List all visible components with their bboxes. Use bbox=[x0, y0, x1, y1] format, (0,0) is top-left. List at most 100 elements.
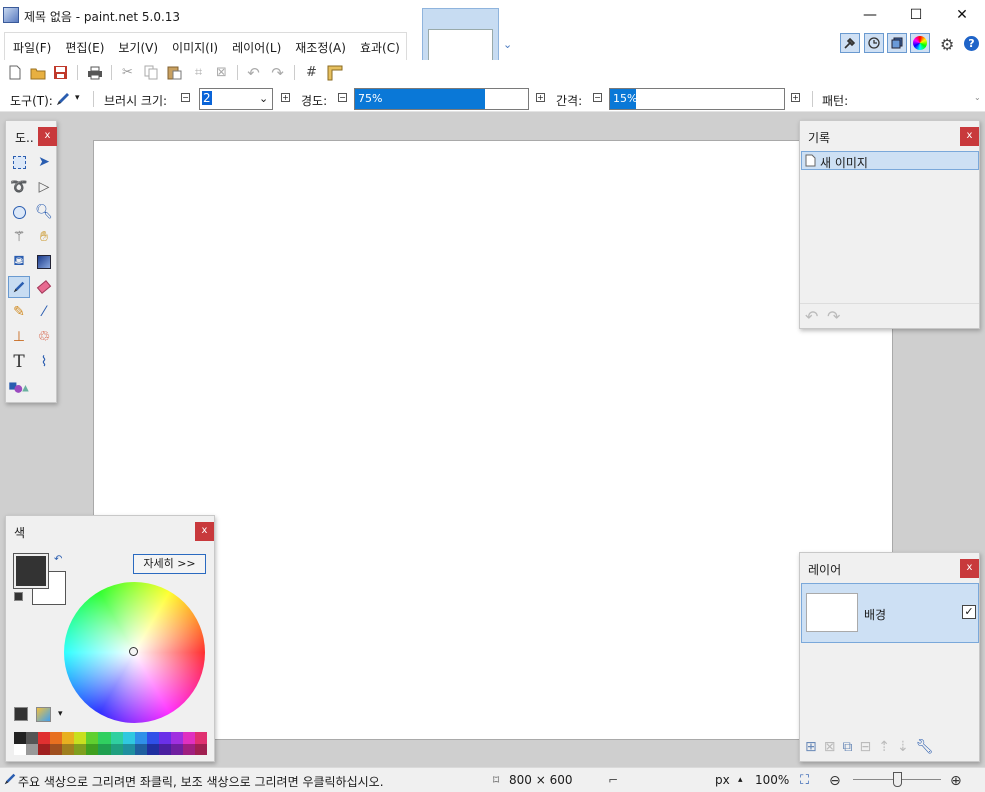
redo-icon[interactable]: ↷ bbox=[269, 64, 286, 82]
palette-swatch[interactable] bbox=[14, 732, 27, 744]
chevron-down-icon[interactable]: ⌄ bbox=[503, 38, 512, 51]
colors-window-toggle-icon[interactable] bbox=[910, 33, 930, 53]
menu-view[interactable]: 보기(V) bbox=[110, 33, 164, 60]
menu-effects[interactable]: 효과(C) bbox=[352, 33, 406, 60]
rulers-icon[interactable] bbox=[326, 64, 343, 81]
reset-colors-icon[interactable] bbox=[14, 592, 23, 601]
swap-colors-icon[interactable]: ↶ bbox=[54, 554, 62, 565]
palette-swatch[interactable] bbox=[38, 743, 51, 755]
palette-swatch[interactable] bbox=[110, 732, 123, 744]
brush-size-decrease-button[interactable]: − bbox=[181, 93, 190, 102]
palette-swatch[interactable] bbox=[74, 743, 87, 755]
palette-swatch[interactable] bbox=[122, 732, 135, 744]
zoom-tool-icon[interactable]: 🔍︎ bbox=[33, 201, 55, 223]
move-layer-down-icon[interactable]: ⇣ bbox=[897, 739, 909, 755]
paste-icon[interactable] bbox=[166, 64, 183, 81]
layers-panel-close-button[interactable]: x bbox=[960, 559, 979, 578]
brush-size-increase-button[interactable]: + bbox=[281, 93, 290, 102]
palette-swatch[interactable] bbox=[194, 732, 207, 744]
menu-layers[interactable]: 레이어(L) bbox=[224, 33, 287, 60]
palette-swatch[interactable] bbox=[146, 743, 159, 755]
hardness-slider[interactable]: 75% bbox=[354, 88, 529, 110]
zoom-out-icon[interactable]: ⊖ bbox=[829, 773, 841, 789]
hardness-decrease-button[interactable]: − bbox=[338, 93, 347, 102]
layer-visibility-checkbox[interactable]: ✓ bbox=[962, 605, 976, 619]
layers-window-toggle-icon[interactable] bbox=[887, 33, 907, 53]
ellipse-select-tool-icon[interactable] bbox=[8, 201, 30, 223]
hardness-increase-button[interactable]: + bbox=[536, 93, 545, 102]
menu-adjustments[interactable]: 재조정(A) bbox=[287, 33, 352, 60]
palette-swatch[interactable] bbox=[146, 732, 159, 744]
add-layer-icon[interactable]: ⊞ bbox=[805, 739, 817, 755]
palette-menu-icon[interactable] bbox=[14, 707, 28, 721]
palette-swatch[interactable] bbox=[26, 732, 39, 744]
layer-properties-wrench-icon[interactable]: 🔧︎ bbox=[916, 739, 934, 755]
palette-swatch[interactable] bbox=[194, 743, 207, 755]
brush-size-value[interactable]: 2 bbox=[202, 91, 212, 105]
grid-icon[interactable]: # bbox=[303, 64, 320, 81]
palette-swatch[interactable] bbox=[182, 743, 195, 755]
maximize-button[interactable]: ☐ bbox=[893, 0, 939, 30]
palette-options-icon[interactable] bbox=[36, 707, 51, 722]
palette-swatch[interactable] bbox=[62, 743, 75, 755]
palette-swatch[interactable] bbox=[74, 732, 87, 744]
gradient-tool-icon[interactable] bbox=[33, 251, 55, 273]
magic-wand-tool-icon[interactable]: ⚚ bbox=[8, 226, 30, 248]
merge-layer-down-icon[interactable]: ⊟ bbox=[859, 739, 871, 755]
paintbrush-tool-icon[interactable] bbox=[8, 276, 30, 298]
palette-swatch[interactable] bbox=[98, 743, 111, 755]
history-window-toggle-icon[interactable] bbox=[864, 33, 884, 53]
colors-panel-close-button[interactable]: x bbox=[195, 522, 214, 541]
lasso-select-tool-icon[interactable]: ➰ bbox=[8, 176, 30, 198]
palette-swatch[interactable] bbox=[134, 732, 147, 744]
clone-stamp-tool-icon[interactable]: ⊥ bbox=[8, 326, 30, 348]
copy-icon[interactable] bbox=[143, 64, 160, 81]
spacing-increase-button[interactable]: + bbox=[791, 93, 800, 102]
palette-swatch[interactable] bbox=[122, 743, 135, 755]
settings-gear-icon[interactable]: ⚙ bbox=[940, 35, 954, 54]
palette-swatch[interactable] bbox=[86, 732, 99, 744]
palette-swatch[interactable] bbox=[50, 732, 63, 744]
tools-window-toggle-icon[interactable] bbox=[840, 33, 860, 53]
paintbrush-tool-icon[interactable] bbox=[55, 91, 71, 110]
pencil-tool-icon[interactable]: ✎ bbox=[8, 301, 30, 323]
undo-icon[interactable]: ↶ bbox=[245, 64, 262, 82]
color-wheel-cursor[interactable] bbox=[129, 647, 138, 656]
palette-swatch[interactable] bbox=[38, 732, 51, 744]
palette-swatch[interactable] bbox=[62, 732, 75, 744]
palette-swatch[interactable] bbox=[50, 743, 63, 755]
shapes-tool-icon[interactable] bbox=[8, 376, 30, 398]
menu-file[interactable]: 파일(F) bbox=[5, 33, 57, 60]
history-redo-icon[interactable]: ↷ bbox=[827, 307, 840, 326]
spacing-slider[interactable]: 15% bbox=[609, 88, 785, 110]
history-item[interactable]: 새 이미지 bbox=[801, 151, 979, 170]
new-file-icon[interactable] bbox=[6, 64, 23, 81]
line-curve-tool-icon[interactable]: ⌇ bbox=[33, 351, 55, 373]
delete-layer-icon[interactable]: ⊠ bbox=[824, 739, 836, 755]
color-picker-tool-icon[interactable]: ⁄ bbox=[33, 301, 55, 323]
text-tool-icon[interactable]: T bbox=[8, 351, 30, 373]
palette-swatch[interactable] bbox=[170, 732, 183, 744]
palette-swatch[interactable] bbox=[158, 732, 171, 744]
palette-swatch[interactable] bbox=[170, 743, 183, 755]
tool-dropdown-arrow-icon[interactable]: ▾ bbox=[75, 93, 80, 103]
history-undo-icon[interactable]: ↶ bbox=[805, 307, 818, 326]
menu-image[interactable]: 이미지(I) bbox=[164, 33, 224, 60]
move-selection-tool-icon[interactable]: ▷ bbox=[33, 176, 55, 198]
tools-panel-close-button[interactable]: x bbox=[38, 127, 57, 146]
unit-dropdown-arrow-icon[interactable]: ▴ bbox=[738, 775, 743, 785]
minimize-button[interactable]: — bbox=[847, 0, 893, 30]
help-icon[interactable]: ? bbox=[964, 36, 979, 51]
zoom-to-window-icon[interactable]: ⛶ bbox=[800, 773, 809, 788]
pan-tool-icon[interactable]: ✋︎ bbox=[33, 226, 55, 248]
palette-swatch[interactable] bbox=[134, 743, 147, 755]
palette-swatch[interactable] bbox=[158, 743, 171, 755]
menu-edit[interactable]: 편집(E) bbox=[57, 33, 110, 60]
paint-bucket-tool-icon[interactable]: ⛾ bbox=[8, 251, 30, 273]
color-palette[interactable] bbox=[14, 732, 207, 755]
palette-swatch[interactable] bbox=[110, 743, 123, 755]
palette-swatch[interactable] bbox=[86, 743, 99, 755]
paintnet-app-icon[interactable] bbox=[3, 7, 19, 23]
open-folder-icon[interactable] bbox=[29, 64, 46, 81]
spacing-decrease-button[interactable]: − bbox=[593, 93, 602, 102]
